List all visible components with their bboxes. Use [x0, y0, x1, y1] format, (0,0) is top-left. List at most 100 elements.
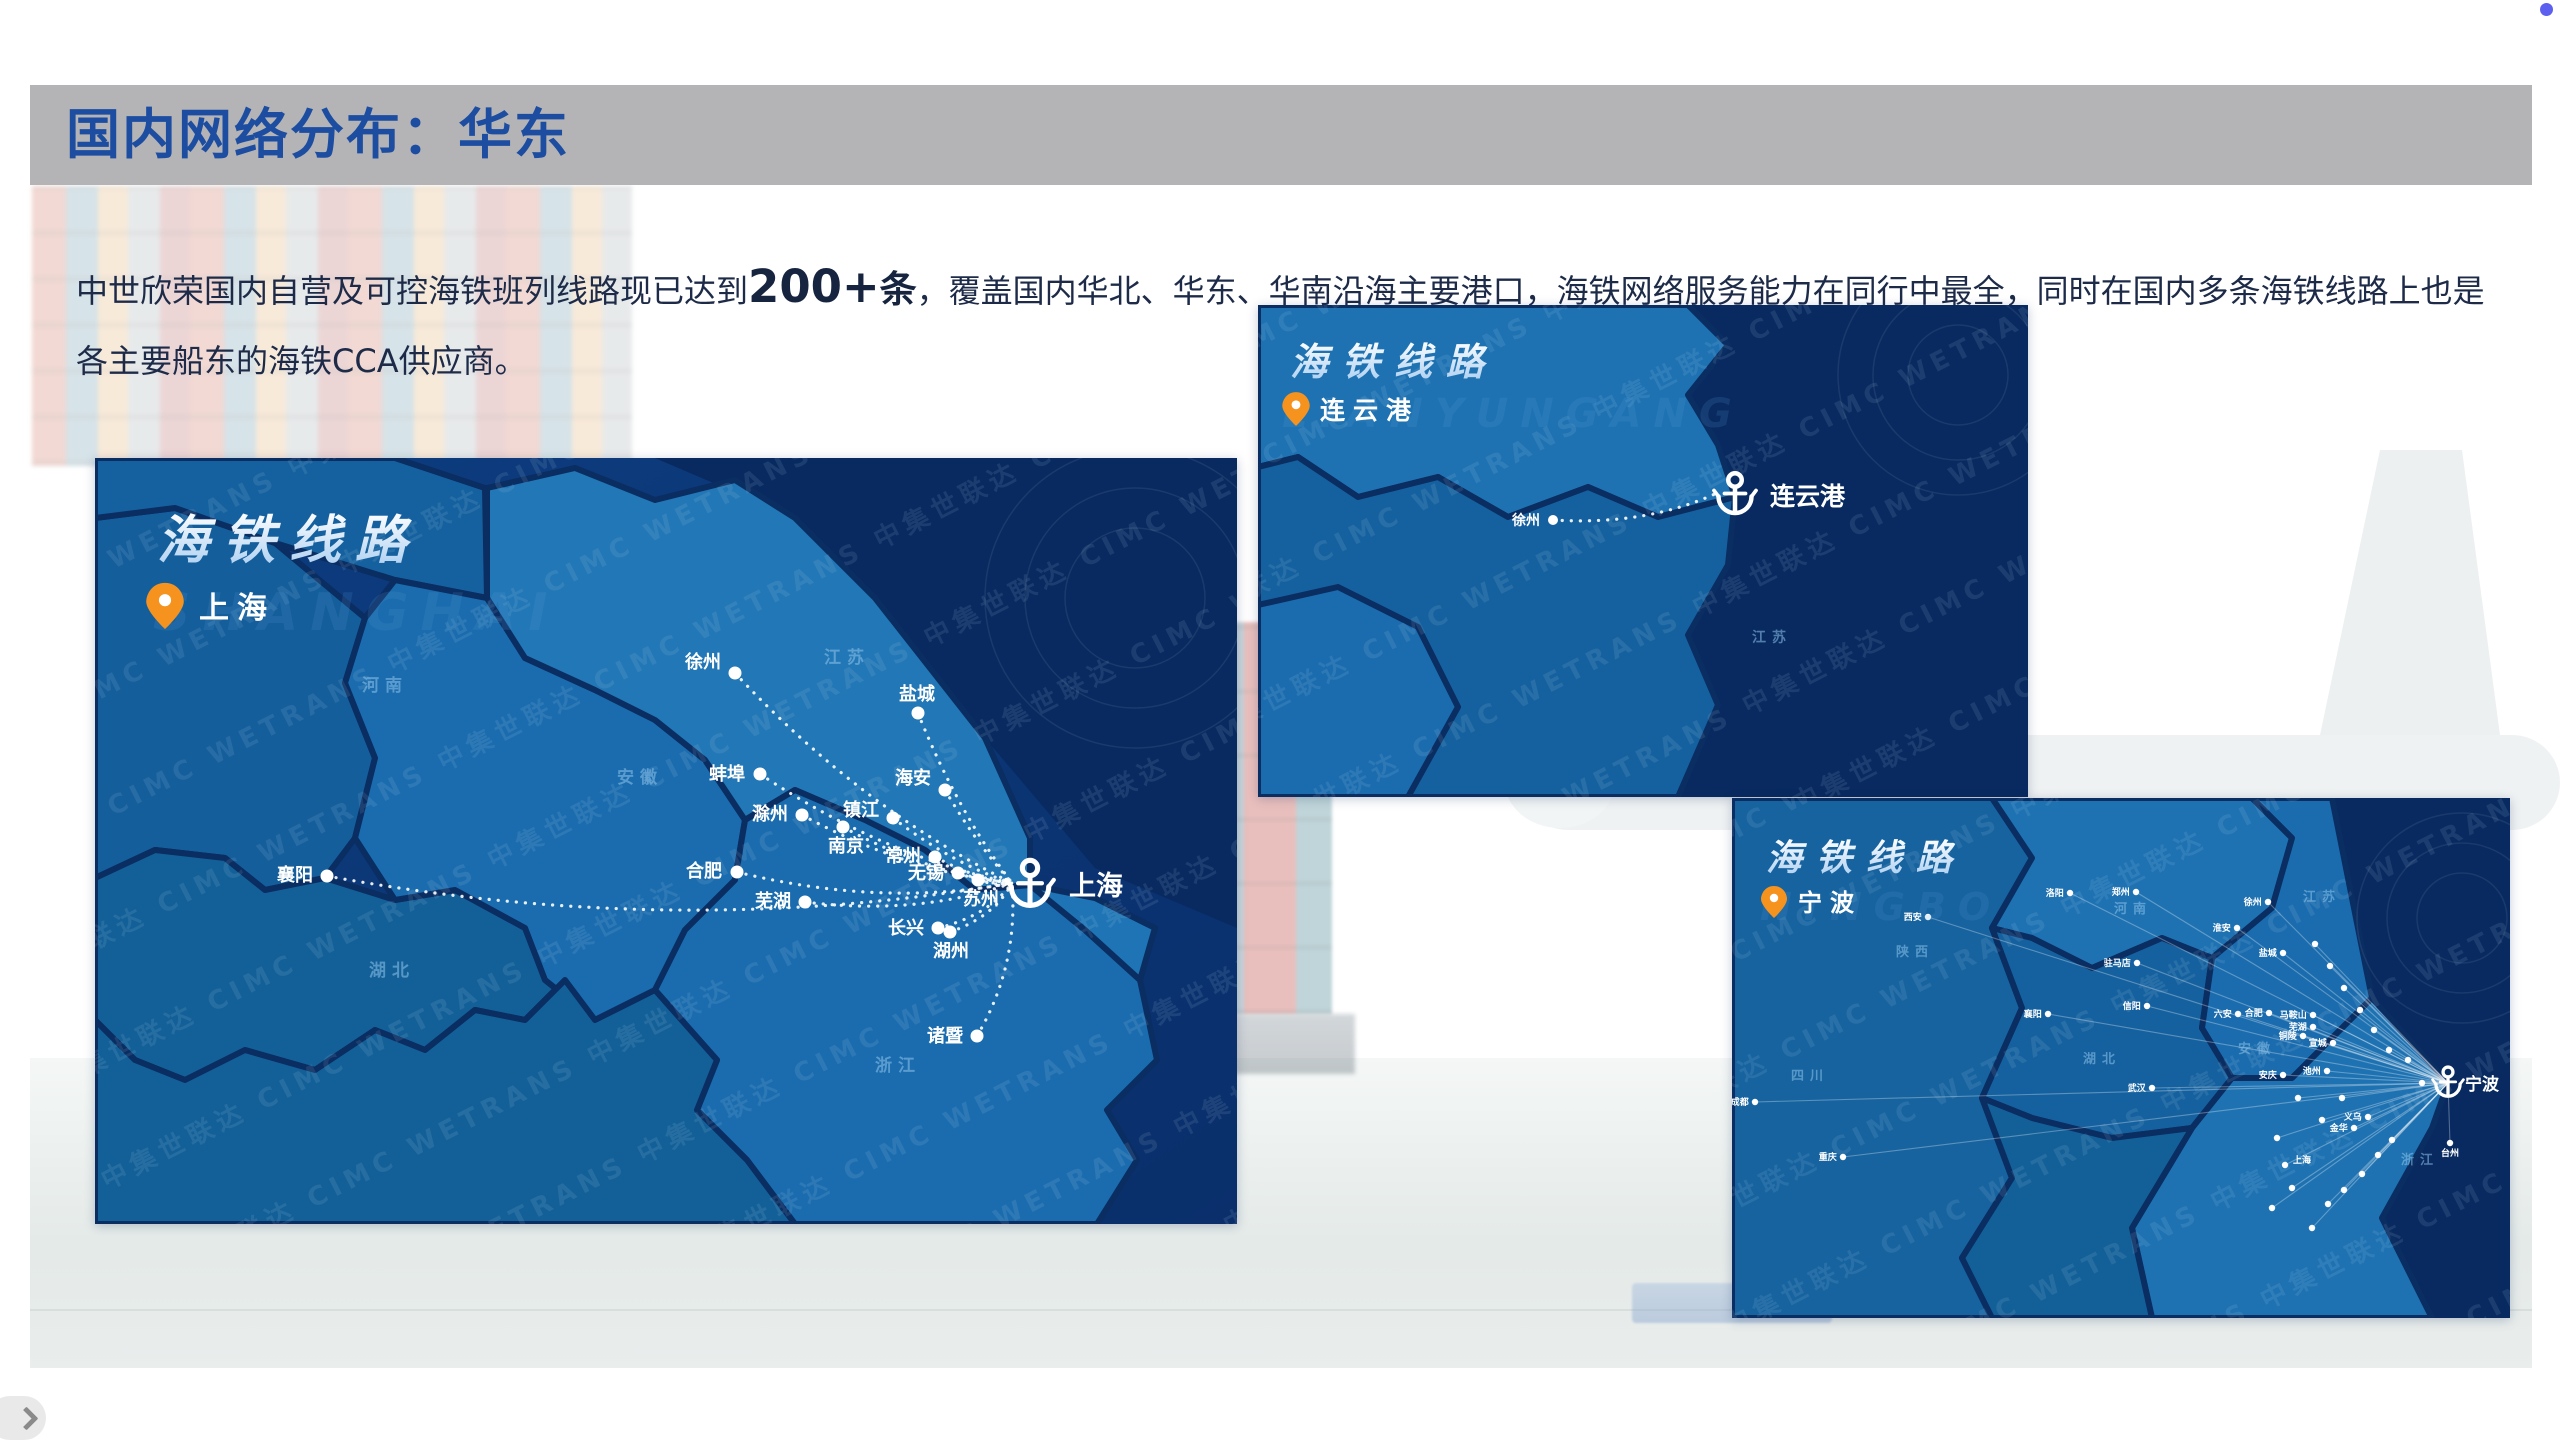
- city-label: 南京: [828, 835, 864, 857]
- province-label: 陕西: [1896, 944, 1934, 960]
- city-dot: [2351, 1125, 2357, 1131]
- city-dot: [952, 867, 965, 880]
- intro-text-pre: 中世欣荣国内自营及可控海铁班列线路现已达到: [76, 272, 748, 310]
- city-dot: [2269, 1205, 2275, 1211]
- city-label: 池州: [2303, 1065, 2321, 1077]
- city-label: 无锡: [908, 862, 944, 884]
- city-dot: [2341, 985, 2347, 991]
- city-dot: [2289, 1185, 2295, 1191]
- city-label: 镇江: [843, 799, 879, 821]
- chevron-right-icon: [14, 1406, 38, 1430]
- city-label: 徐州: [2243, 896, 2262, 908]
- city-label: 重庆: [1819, 1151, 1837, 1163]
- city-dot: [2325, 1201, 2331, 1207]
- city-label: 洛阳: [2046, 887, 2064, 899]
- city-dot: [939, 784, 952, 797]
- city-label: 徐州: [1511, 512, 1540, 529]
- indicator-dot: [2540, 3, 2553, 16]
- city-dot: [2375, 1152, 2381, 1158]
- city-dot: [2389, 1137, 2395, 1143]
- city-dot: [971, 1030, 984, 1043]
- city-dot: [2310, 1012, 2316, 1018]
- province-label: 浙江: [875, 1055, 921, 1076]
- city-dot: [2447, 1140, 2453, 1146]
- city-dot: [2234, 925, 2240, 931]
- city-label: 武汉: [2128, 1082, 2147, 1094]
- city-dot: [2235, 1011, 2241, 1017]
- city-label: 海安: [895, 767, 931, 789]
- city-dot: [2149, 1085, 2155, 1091]
- city-dot: [731, 866, 744, 879]
- city-dot: [2386, 1047, 2392, 1053]
- province-label: 安徽: [2238, 1041, 2276, 1057]
- province-label: 湖北: [2083, 1052, 2121, 1067]
- city-dot: [972, 874, 985, 887]
- province-label: 江苏: [1752, 629, 1792, 646]
- city-dot: [2319, 1117, 2325, 1123]
- city-dot: [2310, 1024, 2316, 1030]
- ningbo-sea-rail-map: CIMC WETRANS 中集世联达 CIMC WETRANS 中集世联达 CI…: [1732, 798, 2510, 1318]
- hub-label: 宁波: [2465, 1074, 2500, 1095]
- city-dot: [2265, 899, 2271, 905]
- lianyungang-sea-rail-map: CIMC WETRANS 中集世联达 CIMC WETRANS 中集世联达 CI…: [1258, 305, 2028, 797]
- city-dot: [2357, 1007, 2363, 1013]
- city-label: 长兴: [888, 918, 924, 939]
- city-label: 安庆: [2259, 1069, 2277, 1081]
- city-label: 马鞍山: [2280, 1009, 2307, 1021]
- map-title: 海铁线路: [1766, 838, 1966, 879]
- city-dot: [754, 768, 767, 781]
- city-dot: [799, 896, 812, 909]
- hub-label: 上海: [1069, 871, 1123, 902]
- city-label: 襄阳: [276, 864, 313, 886]
- city-label: 襄阳: [2023, 1008, 2042, 1020]
- city-label: 徐州: [684, 651, 721, 673]
- city-label: 淮安: [2213, 922, 2231, 934]
- city-label: 盐城: [899, 683, 935, 705]
- city-dot: [2280, 1072, 2286, 1078]
- city-label: 苏州: [963, 888, 999, 910]
- city-dot: [2045, 1011, 2051, 1017]
- province-label: 浙江: [2401, 1152, 2439, 1168]
- map-background-caption: NINGBO: [1760, 885, 2002, 929]
- city-label: 金华: [2329, 1122, 2348, 1134]
- ningbo-sea-rail-map-svg: CIMC WETRANS 中集世联达 CIMC WETRANS 中集世联达 CI…: [1732, 798, 2510, 1318]
- province-label: 安徽: [617, 767, 663, 788]
- city-dot: [2144, 1003, 2150, 1009]
- shanghai-sea-rail-map: CIMC WETRANS 中集世联达 CIMC WETRANS 中集世联达 CI…: [95, 458, 1237, 1224]
- province-label: 江苏: [2303, 889, 2341, 905]
- hub-label: 连云港: [1770, 482, 1846, 511]
- city-label: 盐城: [2259, 947, 2277, 959]
- city-label: 驻马店: [2104, 957, 2131, 969]
- city-dot: [2359, 1171, 2365, 1177]
- next-slide-button[interactable]: [0, 1396, 46, 1440]
- city-dot: [2280, 950, 2286, 956]
- city-label: 合肥: [2245, 1007, 2263, 1019]
- city-dot: [2274, 1135, 2280, 1141]
- city-dot: [2405, 1057, 2411, 1063]
- map-title: 海铁线路: [157, 511, 421, 571]
- city-dot: [912, 707, 925, 720]
- city-dot: [729, 667, 742, 680]
- city-label: 义乌: [2343, 1111, 2362, 1123]
- city-dot: [2339, 1095, 2345, 1101]
- province-label: 河南: [2114, 901, 2152, 917]
- city-label: 诸暨: [927, 1025, 963, 1047]
- map-hub-name: 连云港: [1320, 396, 1419, 425]
- city-dot: [2330, 1040, 2336, 1046]
- lianyungang-sea-rail-map-svg: CIMC WETRANS 中集世联达 CIMC WETRANS 中集世联达 CI…: [1258, 305, 2028, 797]
- city-label: 合肥: [686, 860, 722, 882]
- city-label: 信阳: [2123, 1000, 2141, 1012]
- intro-highlight-unit: 条: [880, 268, 917, 311]
- province-label: 湖北: [369, 961, 415, 981]
- city-dot: [2327, 963, 2333, 969]
- city-dot: [2300, 1033, 2306, 1039]
- city-dot: [2282, 1162, 2288, 1168]
- city-dot: [837, 821, 850, 834]
- city-label: 六安: [2214, 1008, 2232, 1020]
- city-dot: [2365, 1114, 2371, 1120]
- city-dot: [2419, 1080, 2425, 1086]
- city-dot: [2324, 1068, 2330, 1074]
- city-dot: [796, 809, 809, 822]
- city-dot: [932, 922, 945, 935]
- shanghai-sea-rail-map-svg: CIMC WETRANS 中集世联达 CIMC WETRANS 中集世联达 CI…: [95, 458, 1237, 1224]
